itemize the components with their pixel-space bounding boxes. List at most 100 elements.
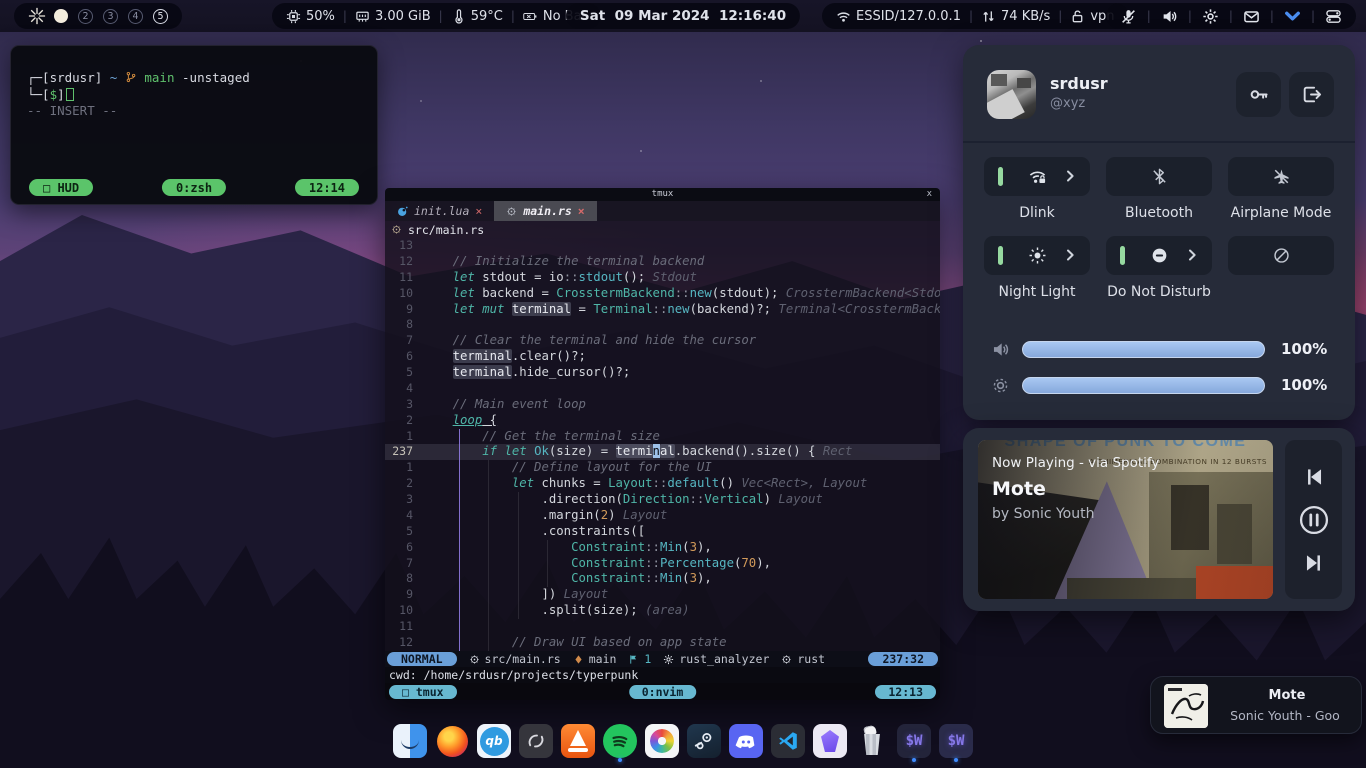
tab-init.lua[interactable]: init.lua× [385, 201, 494, 221]
pause-button[interactable] [1298, 504, 1330, 536]
toggle-blocked[interactable] [1228, 236, 1334, 275]
active-indicator [998, 246, 1003, 265]
memory-stat: 3.00 GiB [355, 9, 431, 24]
line-number: 12 [385, 254, 423, 270]
toggle-airplane-mode[interactable] [1228, 157, 1334, 196]
dock-icon-discord[interactable] [729, 724, 763, 758]
tmux-session-pill[interactable]: □ tmux [389, 685, 457, 699]
code-line: 1 // Get the terminal size [385, 429, 940, 445]
stats-island: 50% | 3.00 GiB | 59°C | No Bat [272, 3, 601, 29]
dock-icon-wezterm[interactable]: $W [897, 724, 931, 758]
dock-icon-file-manager[interactable] [393, 724, 427, 758]
statusline-branch: main [573, 652, 617, 666]
workspace-1[interactable] [54, 9, 68, 23]
code-line: 5 .constraints([ [385, 524, 940, 540]
tab-close-icon[interactable]: × [578, 204, 585, 218]
dock-icon-obsidian[interactable] [813, 724, 847, 758]
line-number: 10 [385, 286, 423, 302]
tab-close-icon[interactable]: × [475, 204, 482, 218]
dock-icon-vscode[interactable] [771, 724, 805, 758]
editor-window[interactable]: tmux x init.lua×main.rs× src/main.rs 131… [385, 188, 940, 700]
terminal-window[interactable]: ┌─[srdusr] ~ main -unstaged└─[$]-- INSER… [10, 45, 378, 205]
workspace-2[interactable]: 2 [78, 9, 93, 24]
notification-album-thumb [1164, 684, 1208, 728]
media-notification[interactable]: Mote Sonic Youth - Goo [1150, 676, 1362, 734]
dock-icon-obs[interactable] [519, 724, 553, 758]
bluetooth-off-icon [1150, 167, 1169, 186]
tab-main.rs[interactable]: main.rs× [494, 201, 596, 221]
toggle-night-light[interactable] [984, 236, 1090, 275]
code-line: 1 // Define layout for the UI [385, 460, 940, 476]
volume-slider[interactable] [1022, 341, 1265, 358]
line-number: 8 [385, 317, 423, 333]
workspaces-island: 2345 [14, 3, 182, 29]
launcher-logo-icon[interactable] [28, 7, 46, 25]
logout-button[interactable] [1289, 72, 1334, 117]
dock-icon-firefox[interactable] [435, 724, 469, 758]
line-number: 2 [385, 413, 423, 429]
next-icon [1301, 550, 1327, 576]
speaker-icon[interactable] [1161, 8, 1178, 25]
workspace-5[interactable]: 5 [153, 9, 168, 24]
chevron-right-icon[interactable] [1062, 168, 1078, 184]
lock-keys-button[interactable] [1236, 72, 1281, 117]
brightness-slider[interactable] [1022, 377, 1265, 394]
album-art: SHAPE OF PUNK TO COME A CHIMERICAL BOMBI… [978, 440, 1273, 599]
now-playing-caption: Now Playing - via Spotify [992, 455, 1159, 471]
toggle-dlink[interactable] [984, 157, 1090, 196]
divider [963, 141, 1355, 143]
network-island: ESSID/127.0.0.1 | 74 KB/s | vpn [822, 3, 1129, 29]
avatar[interactable] [987, 70, 1036, 119]
close-button[interactable]: x [927, 189, 932, 199]
workspace-3[interactable]: 3 [103, 9, 118, 24]
tmux-hud-pill[interactable]: □ HUD [29, 179, 93, 196]
tray-island: | | | | | [1106, 3, 1356, 29]
next-track-button[interactable] [1301, 550, 1327, 576]
code-line: 11 [385, 619, 940, 635]
line-number: 1 [385, 429, 423, 445]
updown-arrows-icon [981, 9, 996, 24]
dock-icon-photos[interactable] [645, 724, 679, 758]
control-center-icon[interactable] [1325, 8, 1342, 25]
line-number: 7 [385, 556, 423, 572]
line-number: 5 [385, 524, 423, 540]
dock-icon-trash[interactable] [855, 724, 889, 758]
cpu-stat: 50% [286, 9, 335, 24]
tmux-window-pill[interactable]: 0:zsh [162, 179, 226, 196]
workspace-4[interactable]: 4 [128, 9, 143, 24]
mail-icon[interactable] [1243, 8, 1260, 25]
toggle-label: Night Light [999, 284, 1076, 301]
microphone-muted-icon[interactable] [1120, 8, 1137, 25]
mode-indicator: NORMAL [387, 652, 457, 666]
line-number: 3 [385, 492, 423, 508]
dock-icon-steam[interactable] [687, 724, 721, 758]
toggle-label: Dlink [1019, 205, 1055, 222]
statusline-diagnostics: 1 [628, 652, 651, 666]
dock-icon-qbittorrent[interactable]: qb [477, 724, 511, 758]
rust-file-icon [469, 654, 480, 665]
dock-icon-wezterm-2[interactable]: $W [939, 724, 973, 758]
chevron-right-icon[interactable] [1184, 247, 1200, 263]
toggle-label: Do Not Disturb [1107, 284, 1211, 301]
dock-icon-spotify[interactable] [603, 724, 637, 758]
key-icon [1248, 84, 1269, 105]
previous-track-button[interactable] [1301, 464, 1327, 490]
line-number: 13 [385, 238, 423, 254]
tmux-window-pill[interactable]: 0:nvim [629, 685, 697, 699]
dock-icon-vlc[interactable] [561, 724, 595, 758]
notification-title: Mote [1221, 688, 1353, 703]
toggle-do-not-disturb[interactable] [1106, 236, 1212, 275]
workspace-list: 2345 [54, 9, 168, 24]
chevron-right-icon[interactable] [1062, 247, 1078, 263]
code-line: 5 terminal.hide_cursor()?; [385, 365, 940, 381]
settings-gear-icon[interactable] [1202, 8, 1219, 25]
toggle-bluetooth[interactable] [1106, 157, 1212, 196]
cpu-icon [286, 9, 301, 24]
code-area[interactable]: 1312 // Initialize the terminal backend1… [385, 238, 940, 651]
code-line: 10 let backend = CrosstermBackend::new(s… [385, 286, 940, 302]
chevron-down-icon[interactable] [1284, 8, 1301, 25]
line-number: 2 [385, 476, 423, 492]
code-line: 6 terminal.clear()?; [385, 349, 940, 365]
editor-titlebar[interactable]: tmux x [385, 188, 940, 201]
editor-winbar: src/main.rs [385, 221, 940, 238]
